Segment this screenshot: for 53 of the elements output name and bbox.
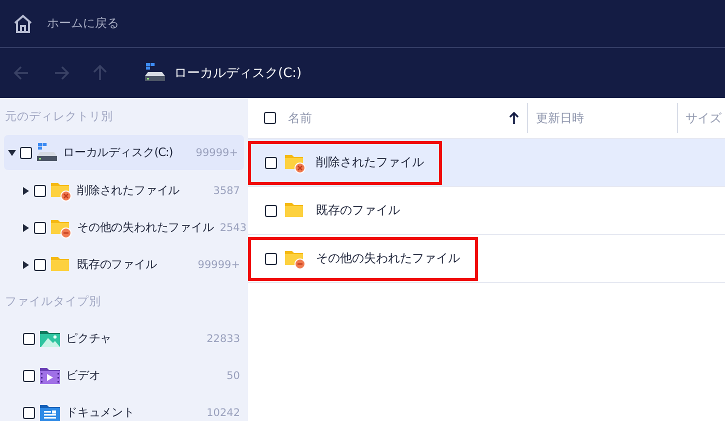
checkbox[interactable]: [265, 252, 277, 264]
type-label: ビデオ: [66, 368, 100, 383]
type-item[interactable]: ビデオ 50: [0, 357, 246, 394]
section-heading: 元のディレクトリ別: [5, 110, 113, 122]
checkbox[interactable]: [20, 146, 32, 158]
drive-icon: [36, 142, 58, 162]
document-folder-icon: [39, 402, 61, 421]
checkbox[interactable]: [34, 258, 46, 270]
checkbox[interactable]: [23, 406, 35, 418]
item-count: 50: [226, 370, 240, 382]
expand-arrow-icon[interactable]: [22, 260, 30, 268]
tree-item[interactable]: 削除されたファイル 3587: [0, 172, 246, 209]
home-link[interactable]: ホームに戻る: [47, 15, 119, 32]
item-count: 99999+: [194, 146, 238, 158]
expand-arrow-icon[interactable]: [22, 186, 30, 194]
location-label: ローカルディスク(C:): [174, 65, 302, 82]
type-label: ピクチャ: [66, 331, 112, 346]
item-count: 22833: [206, 332, 240, 344]
home-icon[interactable]: [13, 14, 33, 34]
type-item[interactable]: ドキュメント 10242: [0, 394, 246, 421]
checkbox[interactable]: [34, 222, 46, 234]
file-row[interactable]: 既存のファイル: [248, 187, 725, 235]
checkbox[interactable]: [23, 370, 35, 382]
checkbox[interactable]: [23, 332, 35, 344]
section-heading: ファイルタイプ別: [5, 296, 101, 308]
tree-item[interactable]: ローカルディスク(C:) 99999+: [4, 135, 244, 170]
file-name: 既存のファイル: [316, 202, 400, 219]
item-count: 99999+: [196, 258, 240, 270]
checkbox[interactable]: [264, 112, 276, 124]
tree-label: 削除されたファイル: [77, 183, 180, 198]
file-row[interactable]: 削除されたファイル: [248, 139, 725, 187]
tree-label: ローカルディスク(C:): [63, 145, 173, 160]
checkbox[interactable]: [265, 156, 277, 168]
tree-label: 既存のファイル: [77, 257, 157, 272]
drive-icon: [144, 63, 166, 83]
item-count: 2543: [218, 222, 247, 234]
checkbox[interactable]: [34, 184, 46, 196]
collapse-arrow-icon[interactable]: [8, 148, 16, 156]
file-name: その他の失われたファイル: [316, 250, 460, 267]
picture-folder-icon: [39, 328, 61, 348]
tree-item[interactable]: 既存のファイル 99999+: [0, 246, 246, 283]
sort-arrow-icon[interactable]: [509, 112, 520, 124]
type-label: ドキュメント: [66, 405, 134, 420]
item-count: 10242: [206, 406, 240, 418]
file-name: 削除されたファイル: [316, 154, 424, 171]
tree-item[interactable]: その他の失われたファイル 2543: [0, 209, 246, 246]
video-folder-icon: [39, 366, 61, 386]
type-item[interactable]: ピクチャ 22833: [0, 320, 246, 357]
expand-arrow-icon[interactable]: [22, 224, 30, 232]
file-row[interactable]: その他の失われたファイル: [248, 235, 725, 283]
item-count: 3587: [212, 184, 240, 196]
tree-label: その他の失われたファイル: [77, 220, 214, 235]
checkbox[interactable]: [265, 204, 277, 216]
